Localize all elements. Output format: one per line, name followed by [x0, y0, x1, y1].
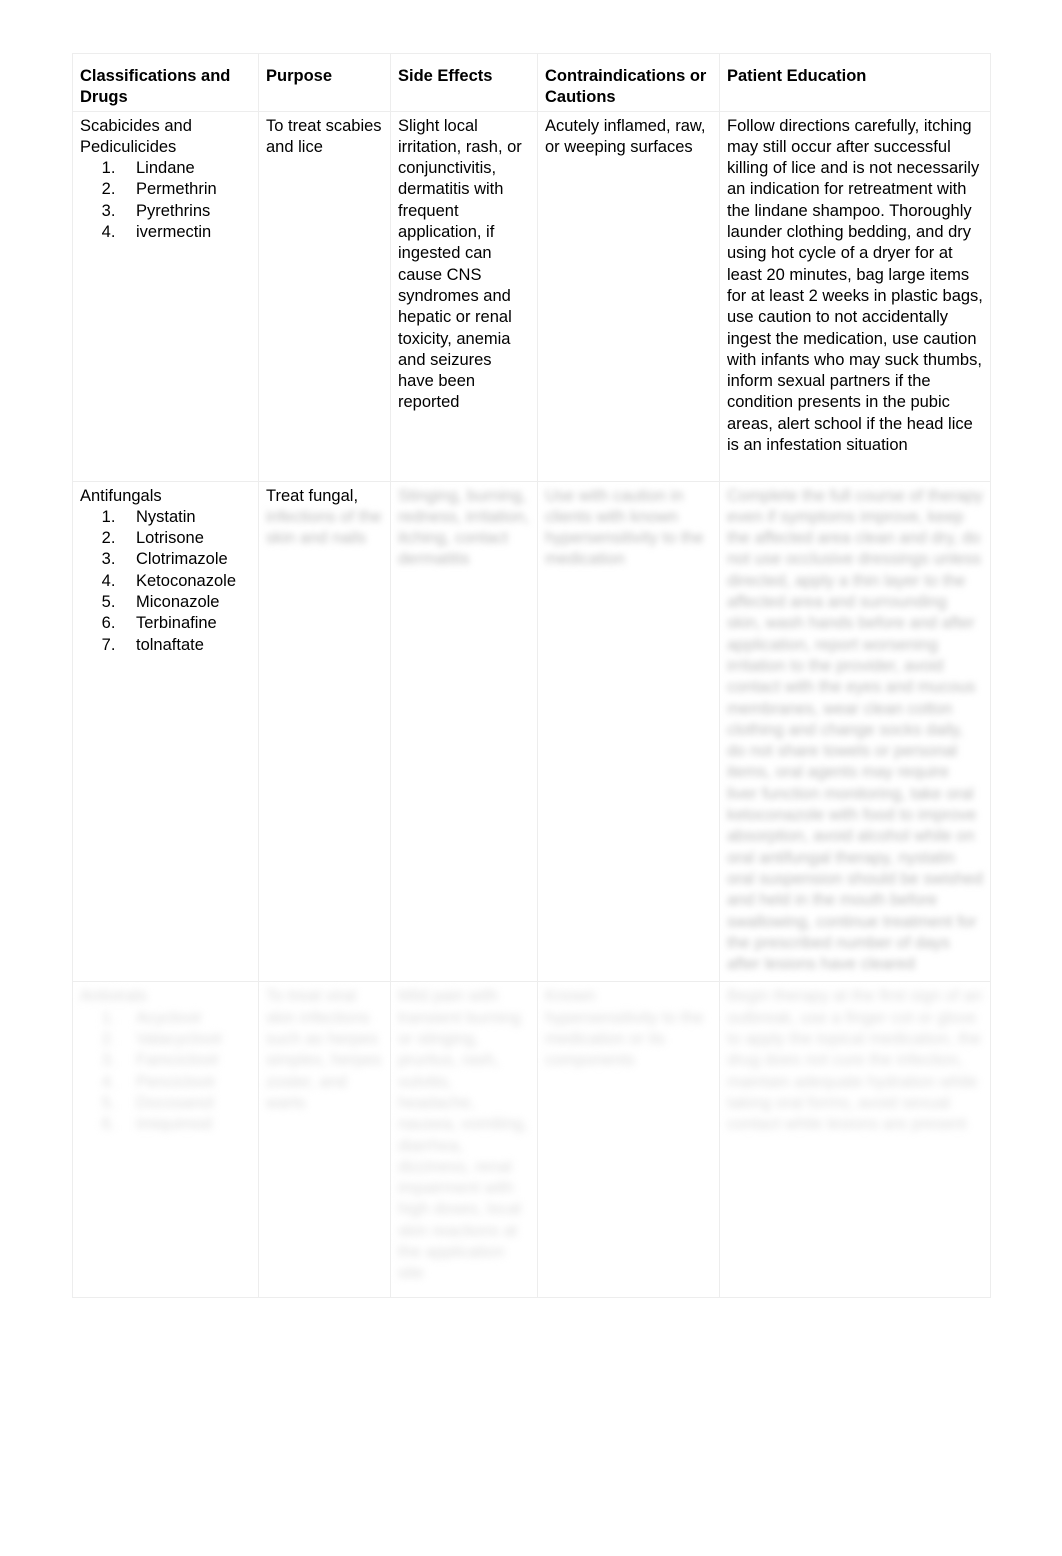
list-item: Pyrethrins	[120, 201, 251, 222]
list-item: Permethrin	[120, 179, 251, 200]
list-item: tolnaftate	[120, 635, 251, 656]
cell-purpose: Treat fungal, infections of the skin and…	[258, 480, 391, 983]
list-item: Lotrisone	[120, 528, 251, 549]
list-item: Miconazole	[120, 592, 251, 613]
classification-name: Antifungals	[80, 486, 162, 505]
classification-name: Scabicides and Pediculicides	[80, 116, 192, 156]
table-row: Scabicides and Pediculicides Lindane Per…	[72, 110, 991, 482]
list-item: Clotrimazole	[120, 549, 251, 570]
cell-purpose: To treat viral skin infections such as h…	[258, 981, 391, 1299]
list-item: Imiquimod	[120, 1114, 251, 1135]
drug-classification-table: Classifications and Drugs Purpose Side E…	[72, 53, 991, 1299]
cell-patient-education: Begin therapy at the first sign of an ou…	[719, 981, 991, 1299]
purpose-visible-text: Treat fungal,	[266, 486, 359, 505]
list-item: Terbinafine	[120, 613, 251, 634]
column-header-purpose: Purpose	[258, 53, 391, 112]
list-item: Famciclovir	[120, 1050, 251, 1071]
cell-side-effects: Mild pain with transient burning or stin…	[390, 981, 538, 1299]
column-header-side-effects: Side Effects	[390, 53, 538, 112]
cell-contraindications: Known hypersensitivity to the medication…	[537, 981, 720, 1299]
drug-list: Lindane Permethrin Pyrethrins ivermectin	[80, 158, 251, 243]
cell-contraindications: Use with caution in clients with known h…	[537, 480, 720, 983]
classification-name: Antivirals	[80, 987, 147, 1006]
cell-patient-education: Follow directions carefully, itching may…	[719, 110, 991, 482]
list-item: Acyclovir	[120, 1008, 251, 1029]
cell-patient-education: Complete the full course of therapy even…	[719, 480, 991, 983]
list-item: Penciclovir	[120, 1072, 251, 1093]
table-row: Antivirals Acyclovir Valacyclovir Famcic…	[72, 981, 991, 1299]
list-item: Lindane	[120, 158, 251, 179]
cell-classification-drugs: Antivirals Acyclovir Valacyclovir Famcic…	[72, 981, 259, 1299]
list-item: Valacyclovir	[120, 1029, 251, 1050]
column-header-patient-education: Patient Education	[719, 53, 991, 112]
cell-purpose: To treat scabies and lice	[258, 110, 391, 482]
cell-contraindications: Acutely inflamed, raw, or weeping surfac…	[537, 110, 720, 482]
table-row: Antifungals Nystatin Lotrisone Clotrimaz…	[72, 480, 991, 983]
list-item: Docosanol	[120, 1093, 251, 1114]
cell-side-effects: Slight local irritation, rash, or conjun…	[390, 110, 538, 482]
column-header-contraindications-or-cautions: Contraindications or Cautions	[537, 53, 720, 112]
list-item: Nystatin	[120, 507, 251, 528]
purpose-blurred-text: infections of the skin and nails	[266, 507, 382, 548]
list-item: Ketoconazole	[120, 571, 251, 592]
cell-classification-drugs: Scabicides and Pediculicides Lindane Per…	[72, 110, 259, 482]
list-item: ivermectin	[120, 222, 251, 243]
cell-side-effects: Stinging, burning, redness, irritation, …	[390, 480, 538, 983]
column-header-classifications-and-drugs: Classifications and Drugs	[72, 53, 259, 112]
cell-classification-drugs: Antifungals Nystatin Lotrisone Clotrimaz…	[72, 480, 259, 983]
document-page: Classifications and Drugs Purpose Side E…	[0, 0, 1062, 1556]
drug-list: Nystatin Lotrisone Clotrimazole Ketocona…	[80, 507, 251, 656]
table-header-row: Classifications and Drugs Purpose Side E…	[72, 53, 991, 112]
drug-list: Acyclovir Valacyclovir Famciclovir Penci…	[80, 1008, 251, 1136]
